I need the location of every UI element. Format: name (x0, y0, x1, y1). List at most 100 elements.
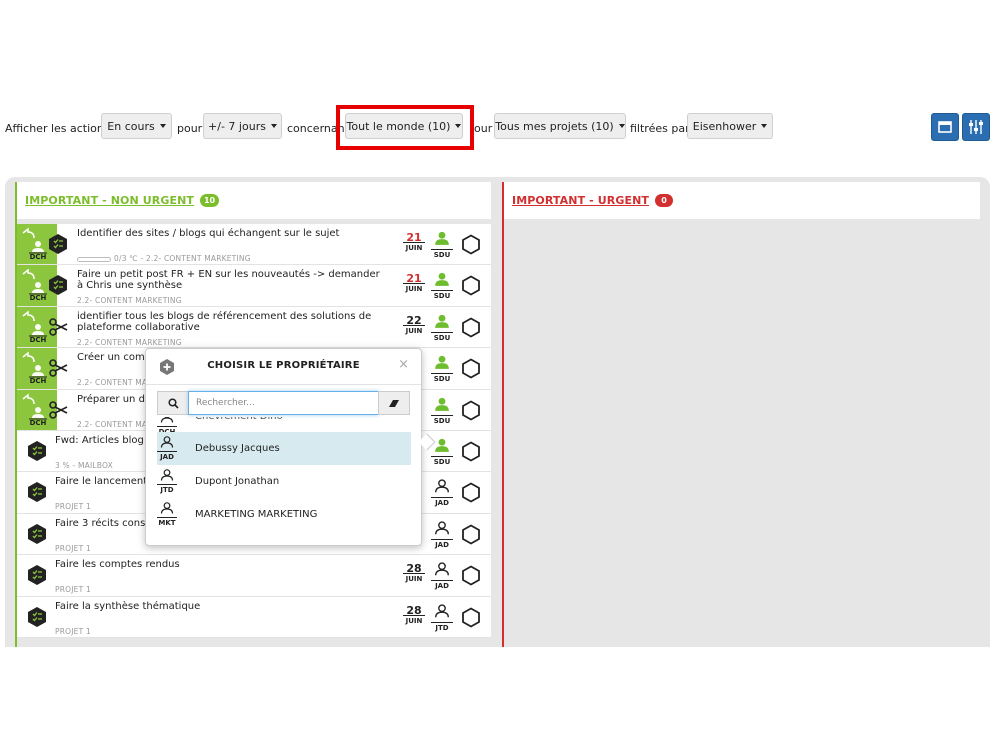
due-date[interactable]: 21 JUIN (403, 232, 425, 253)
task-title[interactable]: Faire les comptes rendus (55, 559, 385, 570)
task-owner[interactable]: SDU (431, 397, 453, 425)
user-icon (435, 562, 449, 576)
status-dropdown[interactable]: En cours (101, 113, 172, 139)
period-dropdown[interactable]: +/- 7 jours (203, 113, 282, 139)
label-filtered-by: filtrées par (630, 122, 690, 135)
filter-dropdown[interactable]: Eisenhower (687, 113, 773, 139)
action-hexagon-icon[interactable] (461, 234, 481, 255)
user-icon (160, 417, 174, 423)
label-for-2: our (474, 122, 493, 135)
due-day: 28 (406, 562, 422, 576)
owner-search-input[interactable]: Rechercher... (188, 391, 379, 415)
user-icon (435, 231, 449, 245)
task-meta-text: 2.2- CONTENT MA (77, 419, 148, 429)
column-title[interactable]: IMPORTANT - NON URGENT (25, 194, 194, 207)
sliders-icon (969, 120, 983, 134)
task-meta: 2.2- CONTENT MARKETING (77, 338, 182, 347)
owner-option[interactable]: MKT MARKETING MARKETING (157, 498, 411, 531)
due-date[interactable]: 22 JUIN (403, 315, 425, 336)
action-hexagon-icon[interactable] (461, 606, 481, 628)
due-month: JUIN (403, 242, 425, 253)
task-owner[interactable]: JTD (431, 603, 453, 632)
task-owner[interactable]: SDU (431, 355, 453, 383)
column-header: IMPORTANT - URGENT 0 (504, 182, 980, 219)
highlight-annotation (336, 105, 474, 150)
window-icon (938, 121, 952, 133)
window-view-button[interactable] (931, 113, 959, 141)
task-meta: 2.2- CONTENT MA (77, 378, 147, 387)
action-hexagon-icon[interactable] (461, 441, 481, 462)
action-hexagon-icon[interactable] (461, 524, 481, 545)
user-icon (160, 469, 174, 481)
owner-option[interactable]: JTD Dupont Jonathan (157, 465, 411, 498)
owner-option-name: Chevrement Dino (195, 417, 283, 422)
task-row[interactable]: Faire la synthèse thématique PROJET 1 28 JU… (17, 596, 491, 638)
task-type-hexagon-icon (28, 565, 46, 586)
due-date[interactable]: 21 JUIN (403, 272, 425, 294)
owner-initials: JAD (431, 538, 453, 549)
task-title[interactable]: Identifier des sites / blogs qui échange… (77, 228, 387, 239)
action-hexagon-icon[interactable] (461, 482, 481, 503)
task-owner[interactable]: JAD (431, 521, 453, 549)
search-addon (157, 391, 189, 415)
action-hexagon-icon[interactable] (461, 317, 481, 338)
task-meta: PROJET 1 (55, 626, 91, 636)
task-title[interactable]: Faire un petit post FR + EN sur les nouv… (77, 269, 387, 291)
search-icon (167, 397, 179, 409)
owner-option[interactable]: JAD Debussy Jacques (157, 432, 411, 465)
action-hexagon-icon[interactable] (461, 400, 481, 421)
caret-down-icon (761, 124, 768, 128)
task-meta: 2.2- CONTENT MA (77, 420, 147, 429)
task-owner[interactable]: JAD (431, 479, 453, 507)
action-hexagon-icon[interactable] (461, 358, 481, 379)
due-date[interactable]: 28 JUIN (403, 603, 425, 626)
action-hexagon-icon[interactable] (461, 275, 481, 296)
task-row[interactable]: Faire les comptes rendus PROJET 1 28 JUIN JA… (17, 555, 491, 597)
caret-down-icon (159, 124, 166, 128)
settings-sliders-button[interactable] (962, 113, 990, 141)
column-important-urgent: IMPORTANT - URGENT 0 (502, 182, 980, 647)
due-day: 28 (406, 603, 422, 617)
popover-title: CHOISIR LE PROPRIÉTAIRE (207, 360, 360, 371)
label-for: pour (177, 122, 203, 135)
user-icon (435, 479, 449, 493)
task-owner[interactable]: SDU (431, 231, 453, 259)
task-owner[interactable]: SDU (431, 314, 453, 342)
task-row[interactable]: DCH Faire un petit post FR + EN sur les n… (17, 265, 491, 307)
due-month: JUIN (403, 324, 425, 336)
progress-bar (77, 256, 111, 262)
delegate-icon (49, 359, 68, 377)
user-icon (435, 314, 449, 328)
due-day: 21 (406, 272, 422, 286)
svg-text:DCH: DCH (30, 336, 47, 344)
task-row[interactable]: DCH Identifier des sites / blogs qui écha… (17, 224, 491, 266)
status-dropdown-label: En cours (107, 119, 155, 133)
filter-dropdown-label: Eisenhower (692, 119, 757, 133)
svg-text:DCH: DCH (30, 377, 47, 385)
task-title[interactable]: identifier tous les blogs de référenceme… (77, 311, 387, 333)
clear-search-button[interactable] (378, 391, 410, 415)
owner-option-initials: JAD (157, 451, 177, 461)
owner-option-initials: MKT (157, 517, 177, 527)
task-meta: 2.2- CONTENT MARKETING (77, 296, 182, 305)
due-month: JUIN (403, 283, 425, 294)
column-title[interactable]: IMPORTANT - URGENT (512, 194, 649, 207)
task-title[interactable]: Faire la synthèse thématique (55, 601, 385, 612)
user-icon (160, 502, 174, 514)
task-owner[interactable]: JAD (431, 562, 453, 590)
owner-initials: SDU (431, 414, 453, 425)
task-meta-text: 2.2- CONTENT MARKETING (77, 296, 182, 306)
delegate-icon (49, 317, 68, 336)
due-date[interactable]: 28 JUIN (403, 562, 425, 584)
task-row[interactable]: DCH identifier tous les blogs de référenc… (17, 306, 491, 349)
popover-header: CHOISIR LE PROPRIÉTAIRE × (146, 349, 421, 385)
user-icon (160, 436, 174, 448)
task-meta-text: 2.2- CONTENT MA (77, 378, 148, 388)
action-hexagon-icon[interactable] (461, 565, 481, 586)
svg-text:DCH: DCH (30, 294, 47, 302)
task-owner[interactable]: SDU (431, 272, 453, 300)
task-type-hexagon-icon (28, 440, 46, 461)
projects-dropdown[interactable]: Tous mes projets (10) (494, 113, 626, 139)
close-icon[interactable]: × (398, 357, 409, 372)
user-icon (435, 603, 449, 617)
